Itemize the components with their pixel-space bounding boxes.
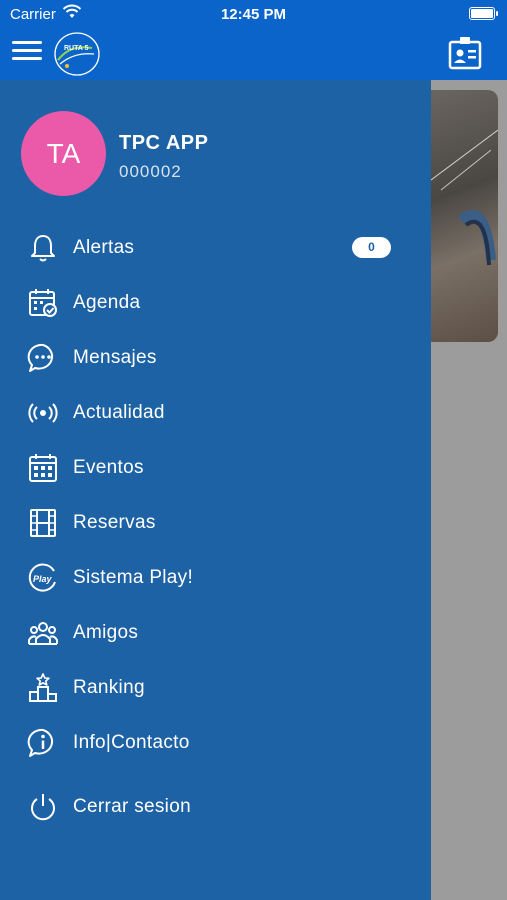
user-name: TPC APP [119,132,209,154]
menu-item-label: Actualidad [73,402,165,423]
bell-icon [31,235,55,262]
menu-item-alertas[interactable]: Alertas 0 [0,225,431,271]
contact-card-icon[interactable] [448,36,482,70]
chat-bubble-icon [27,343,54,372]
hamburger-menu-button[interactable] [12,39,42,63]
menu-item-cerrar-sesion[interactable]: Cerrar sesion [0,784,431,830]
broadcast-icon [28,403,58,423]
menu-item-amigos[interactable]: Amigos [0,610,431,656]
menu-item-sistema-play[interactable]: Play Sistema Play! [0,555,431,601]
menu-item-label: Reservas [73,512,156,533]
menu-item-label: Sistema Play! [73,567,194,588]
info-bubble-icon [27,728,54,757]
power-icon [31,794,55,821]
menu-item-info-contacto[interactable]: Info|Contacto [0,720,431,766]
svg-text:Play: Play [33,574,53,584]
app-bar: RUTA 5 [0,30,507,80]
menu-item-label: Ranking [73,677,145,698]
navigation-drawer: TA TPC APP 000002 Alertas 0 Agenda Mensa… [0,80,431,900]
user-id: 000002 [119,162,182,181]
menu-item-agenda[interactable]: Agenda [0,280,431,326]
avatar[interactable]: TA [21,111,106,196]
podium-icon [29,673,57,702]
menu-item-label: Info|Contacto [73,732,190,753]
calendar-grid-icon [29,454,57,482]
film-icon [30,509,56,537]
menu-item-label: Cerrar sesion [73,796,191,817]
menu-item-actualidad[interactable]: Actualidad [0,390,431,436]
clock: 12:45 PM [220,6,287,23]
menu-item-reservas[interactable]: Reservas [0,500,431,546]
background-photo-card [431,90,498,342]
status-bar: Carrier 12:45 PM [0,0,507,30]
menu-item-label: Mensajes [73,347,157,368]
menu-item-eventos[interactable]: Eventos [0,445,431,491]
menu-item-label: Amigos [73,622,139,643]
play-badge-icon: Play [28,563,56,592]
calendar-check-icon [29,289,57,317]
ruta5-logo: RUTA 5 [54,32,100,76]
menu-item-label: Eventos [73,457,144,478]
menu-item-label: Alertas [73,237,135,258]
group-icon [28,622,58,645]
alert-count-badge: 0 [352,237,391,258]
menu-item-mensajes[interactable]: Mensajes [0,335,431,381]
battery-icon [469,7,498,20]
menu-item-label: Agenda [73,292,141,313]
logo-text: RUTA 5 [64,45,89,52]
menu-item-ranking[interactable]: Ranking [0,665,431,711]
